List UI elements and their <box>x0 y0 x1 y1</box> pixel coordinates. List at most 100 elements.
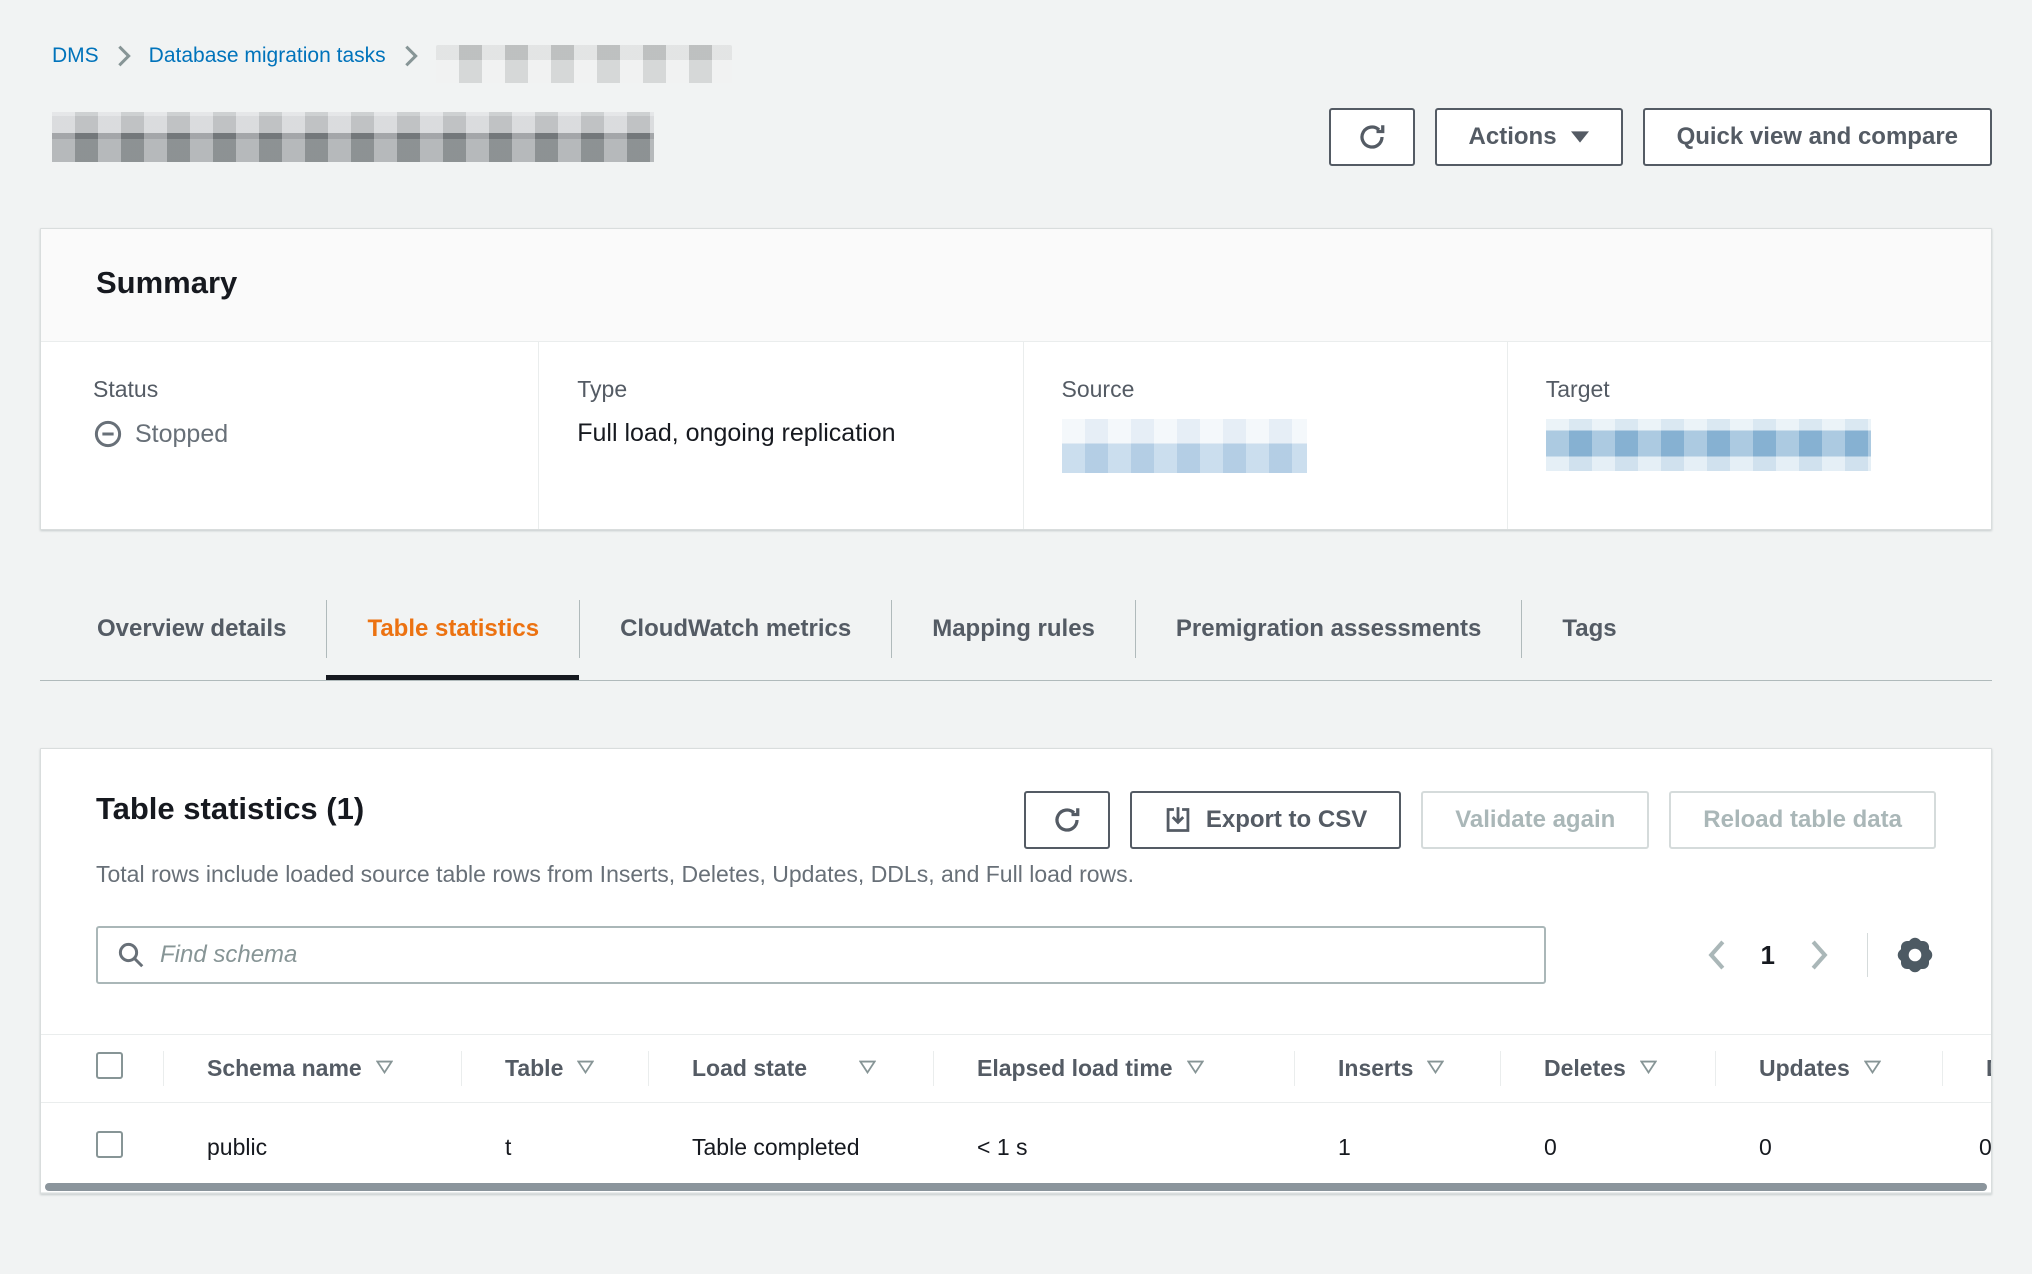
sort-icon <box>1640 1060 1657 1074</box>
summary-body: Status Stopped Type Full load, ongoing r… <box>41 342 1991 529</box>
gear-icon <box>1894 934 1936 976</box>
reload-table-data-label: Reload table data <box>1703 806 1902 834</box>
select-all-checkbox[interactable] <box>96 1052 123 1079</box>
chevron-right-icon <box>404 44 418 68</box>
column-label: Deletes <box>1544 1055 1626 1081</box>
column-header-updates[interactable]: Updates <box>1715 1035 1942 1103</box>
tab-label: Tags <box>1562 615 1616 642</box>
find-schema-input[interactable] <box>96 926 1546 984</box>
breadcrumb-current-redacted <box>436 45 732 83</box>
validate-again-button[interactable]: Validate again <box>1421 791 1649 849</box>
column-header-deletes[interactable]: Deletes <box>1500 1035 1715 1103</box>
status-value: Stopped <box>93 419 518 449</box>
summary-title: Summary <box>96 265 1936 301</box>
table-header-row: Schema name Table Load state Elapsed loa… <box>41 1035 1991 1103</box>
cell-inserts: 1 <box>1294 1103 1500 1193</box>
page-title-redacted <box>52 112 654 162</box>
tab-table-statistics[interactable]: Table statistics <box>326 600 579 658</box>
source-label: Source <box>1062 376 1487 403</box>
column-label: Inserts <box>1338 1055 1413 1081</box>
quick-view-compare-button[interactable]: Quick view and compare <box>1643 108 1992 166</box>
column-label: Schema name <box>207 1055 362 1081</box>
cell-elapsed-load-time: < 1 s <box>933 1103 1294 1193</box>
task-detail-tabs: Overview details Table statistics CloudW… <box>40 600 1992 681</box>
cell-ddls: 0 <box>1942 1103 1991 1193</box>
reload-table-data-button[interactable]: Reload table data <box>1669 791 1936 849</box>
table-statistics-table: Schema name Table Load state Elapsed loa… <box>41 1034 1991 1193</box>
horizontal-scrollbar[interactable] <box>45 1183 1987 1191</box>
cell-table: t <box>461 1103 648 1193</box>
column-header-table[interactable]: Table <box>461 1035 648 1103</box>
pagination: 1 <box>1699 933 1936 977</box>
export-csv-label: Export to CSV <box>1206 806 1367 834</box>
sort-icon <box>1187 1060 1204 1074</box>
tab-premigration-assessments[interactable]: Premigration assessments <box>1135 600 1521 658</box>
column-header-inserts[interactable]: Inserts <box>1294 1035 1500 1103</box>
cell-deletes: 0 <box>1500 1103 1715 1193</box>
dms-task-page: DMS Database migration tasks Actions <box>0 0 2032 1274</box>
breadcrumb-link-dms[interactable]: DMS <box>52 44 99 68</box>
chevron-right-icon <box>117 44 131 68</box>
table-statistics-table-wrap: Schema name Table Load state Elapsed loa… <box>41 1034 1991 1193</box>
target-value-redacted <box>1546 419 1871 471</box>
actions-button[interactable]: Actions <box>1435 108 1623 166</box>
tab-cloudwatch-metrics[interactable]: CloudWatch metrics <box>579 600 891 658</box>
refresh-icon <box>1357 122 1387 152</box>
refresh-icon <box>1052 805 1082 835</box>
column-label: Load state <box>692 1055 807 1081</box>
status-label: Status <box>93 376 518 403</box>
table-statistics-description: Total rows include loaded source table r… <box>96 861 1936 888</box>
validate-again-label: Validate again <box>1455 806 1615 834</box>
summary-field-status: Status Stopped <box>41 342 538 529</box>
refresh-button[interactable] <box>1329 108 1415 166</box>
column-header-schema-name[interactable]: Schema name <box>163 1035 461 1103</box>
tab-label: CloudWatch metrics <box>620 615 851 642</box>
page-header: Actions Quick view and compare <box>40 108 1992 166</box>
stopped-status-icon <box>93 419 123 449</box>
cell-updates: 0 <box>1715 1103 1942 1193</box>
row-checkbox[interactable] <box>96 1131 123 1158</box>
column-header-elapsed-load-time[interactable]: Elapsed load time <box>933 1035 1294 1103</box>
summary-card: Summary Status Stopped Type Full load, o… <box>40 228 1992 530</box>
column-label: Table <box>505 1055 563 1081</box>
type-value: Full load, ongoing replication <box>577 419 1002 448</box>
tab-tags[interactable]: Tags <box>1521 600 1656 658</box>
quick-view-label: Quick view and compare <box>1677 123 1958 151</box>
tab-overview-details[interactable]: Overview details <box>57 600 326 658</box>
column-label: DDLs <box>1986 1055 1991 1081</box>
previous-page-button[interactable] <box>1699 939 1735 971</box>
sort-icon <box>1427 1060 1444 1074</box>
table-settings-button[interactable] <box>1894 934 1936 976</box>
column-header-load-state[interactable]: Load state <box>648 1035 933 1103</box>
table-toolbar: 1 <box>41 926 1991 984</box>
source-value-redacted <box>1062 419 1307 473</box>
header-actions: Actions Quick view and compare <box>1329 108 1992 166</box>
export-csv-button[interactable]: Export to CSV <box>1130 791 1401 849</box>
sort-icon <box>376 1060 393 1074</box>
summary-field-target: Target <box>1507 342 1991 529</box>
column-label: Updates <box>1759 1055 1850 1081</box>
current-page-number: 1 <box>1761 940 1775 971</box>
tab-label: Overview details <box>97 615 286 642</box>
sort-icon <box>859 1060 876 1074</box>
tab-label: Mapping rules <box>932 615 1095 642</box>
breadcrumb-link-migration-tasks[interactable]: Database migration tasks <box>149 44 386 68</box>
table-statistics-title: Table statistics (1) <box>96 791 364 827</box>
breadcrumb: DMS Database migration tasks <box>52 30 1992 82</box>
toolbar-divider <box>1867 933 1868 977</box>
tab-label: Premigration assessments <box>1176 615 1481 642</box>
target-label: Target <box>1546 376 1971 403</box>
table-statistics-header: Table statistics (1) <box>41 791 1991 888</box>
actions-button-label: Actions <box>1469 123 1557 151</box>
status-text: Stopped <box>135 420 228 449</box>
search-icon <box>116 940 146 970</box>
table-statistics-card: Table statistics (1) <box>40 748 1992 1194</box>
tab-mapping-rules[interactable]: Mapping rules <box>891 600 1135 658</box>
column-header-ddls[interactable]: DDLs <box>1942 1035 1991 1103</box>
table-statistics-actions: Export to CSV Validate again Reload tabl… <box>1024 791 1936 849</box>
column-label: Elapsed load time <box>977 1055 1173 1081</box>
table-refresh-button[interactable] <box>1024 791 1110 849</box>
type-label: Type <box>577 376 1002 403</box>
next-page-button[interactable] <box>1801 939 1837 971</box>
caret-down-icon <box>1571 131 1589 143</box>
